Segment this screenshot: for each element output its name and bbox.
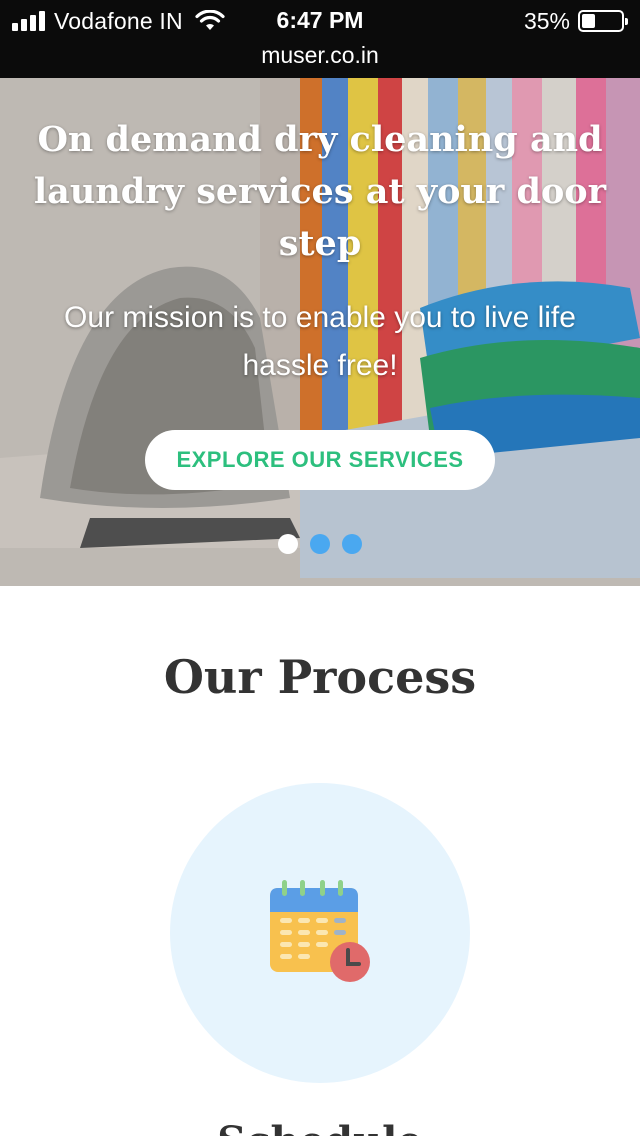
address-bar-url[interactable]: muser.co.in	[0, 42, 640, 69]
carousel-indicators	[0, 534, 640, 554]
process-section-title: Our Process	[163, 650, 477, 704]
carousel-dot[interactable]	[310, 534, 330, 554]
carousel-dot[interactable]	[278, 534, 298, 554]
battery-icon	[578, 10, 628, 32]
hero-title: On demand dry cleaning and laundry servi…	[33, 119, 607, 264]
battery-fill	[582, 14, 596, 28]
explore-services-button[interactable]: EXPLORE OUR SERVICES	[145, 430, 495, 490]
process-step-title: Schedule	[0, 1118, 640, 1136]
calendar-clock-icon	[270, 880, 370, 982]
status-right: 35%	[523, 7, 628, 35]
battery-percent: 35%	[523, 7, 570, 34]
carousel-dot[interactable]	[342, 534, 362, 554]
hero-subtitle: Our mission is to enable you to live lif…	[64, 301, 576, 382]
status-bar: Vodafone IN 6:47 PM 35% muser.co.in	[0, 0, 640, 78]
hero-banner: On demand dry cleaning and laundry servi…	[0, 78, 640, 586]
